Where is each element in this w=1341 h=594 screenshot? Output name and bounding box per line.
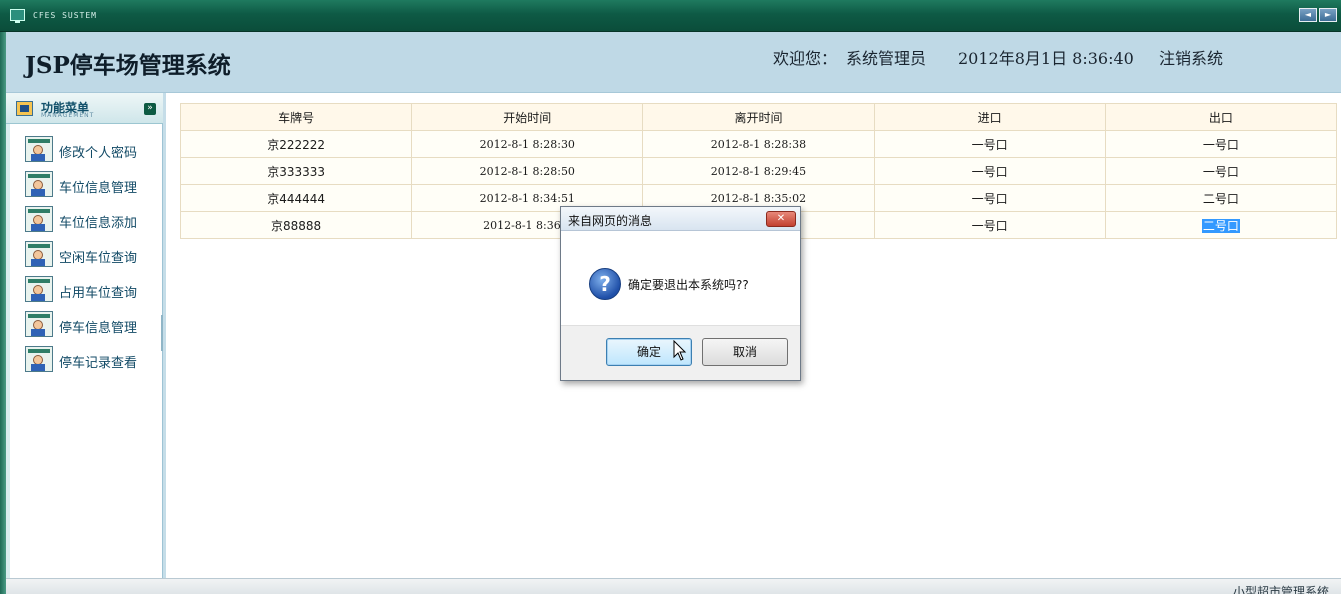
menu-icon bbox=[16, 101, 33, 116]
content-divider bbox=[163, 93, 166, 578]
cell-exit: 一号口 bbox=[1104, 157, 1338, 185]
table-row: 京333333 2012-8-1 8:28:50 2012-8-1 8:29:4… bbox=[179, 157, 1338, 185]
sidebar-item-label: 停车信息管理 bbox=[59, 321, 138, 336]
cell-plate: 京444444 bbox=[179, 184, 413, 212]
user-window-icon bbox=[25, 136, 53, 162]
page-header: JSP停车场管理系统 欢迎您： 系统管理员 2012年8月1日 8:36:40 … bbox=[6, 32, 1341, 93]
cell-plate: 京88888 bbox=[179, 211, 413, 239]
user-window-icon bbox=[25, 241, 53, 267]
menu-list: 修改个人密码 车位信息管理 车位信息添加 空闲车位查询 占用车位查询 停车信息管… bbox=[6, 136, 163, 381]
sidebar-item-space-management[interactable]: 车位信息管理 bbox=[6, 171, 163, 206]
menu-header: 功能菜单 MANAGEMENT » bbox=[6, 93, 163, 124]
sidebar-item-parking-records[interactable]: 停车记录查看 bbox=[6, 346, 163, 381]
double-chevron-down-icon[interactable]: » bbox=[144, 103, 156, 115]
nav-buttons: ◄ ► bbox=[1299, 8, 1337, 22]
nav-right-button[interactable]: ► bbox=[1319, 8, 1337, 22]
menu-subtitle: MANAGEMENT bbox=[41, 112, 95, 119]
cell-start-time: 2012-8-1 8:28:50 bbox=[411, 157, 644, 185]
app-title: JSP停车场管理系统 bbox=[25, 52, 231, 79]
cell-entrance: 一号口 bbox=[873, 157, 1106, 185]
dialog-title-bar: 来自网页的消息 ✕ bbox=[561, 207, 800, 231]
system-label: CFES SUSTEM bbox=[33, 11, 97, 20]
welcome-text: 欢迎您： bbox=[773, 49, 838, 68]
cell-exit: 二号口 bbox=[1104, 184, 1338, 212]
user-window-icon bbox=[25, 346, 53, 372]
sidebar-item-label: 空闲车位查询 bbox=[59, 251, 138, 266]
sidebar-item-parking-management[interactable]: 停车信息管理 bbox=[6, 311, 163, 346]
sidebar-item-label: 修改个人密码 bbox=[59, 146, 138, 161]
cell-entrance: 一号口 bbox=[873, 211, 1106, 239]
cell-leave-time: 2012-8-1 8:28:38 bbox=[642, 130, 875, 158]
dialog-body: ? 确定要退出本系统吗?? bbox=[561, 231, 800, 325]
user-window-icon bbox=[25, 206, 53, 232]
user-window-icon bbox=[25, 276, 53, 302]
close-icon[interactable]: ✕ bbox=[766, 211, 796, 227]
sidebar: 功能菜单 MANAGEMENT » 修改个人密码 车位信息管理 车位信息添加 空… bbox=[6, 93, 165, 578]
sidebar-item-change-password[interactable]: 修改个人密码 bbox=[6, 136, 163, 171]
dialog-title: 来自网页的消息 bbox=[568, 214, 653, 228]
nav-left-button[interactable]: ◄ bbox=[1299, 8, 1317, 22]
column-header: 离开时间 bbox=[642, 103, 875, 131]
column-header: 出口 bbox=[1104, 103, 1338, 131]
cell-plate: 京222222 bbox=[179, 130, 413, 158]
monitor-icon bbox=[10, 9, 25, 23]
sidebar-item-label: 占用车位查询 bbox=[59, 286, 138, 301]
current-datetime: 2012年8月1日 8:36:40 bbox=[958, 49, 1134, 68]
status-footer: 小型超市管理系统 bbox=[6, 578, 1341, 594]
sidebar-item-occupied-space-query[interactable]: 占用车位查询 bbox=[6, 276, 163, 311]
column-header: 开始时间 bbox=[411, 103, 644, 131]
sidebar-item-label: 停车记录查看 bbox=[59, 356, 138, 371]
dialog-message: 确定要退出本系统吗?? bbox=[628, 278, 749, 292]
cell-entrance: 一号口 bbox=[873, 184, 1106, 212]
window-title-bar: CFES SUSTEM ◄ ► bbox=[0, 0, 1341, 32]
selected-text: 二号口 bbox=[1201, 218, 1240, 233]
sidebar-item-label: 车位信息添加 bbox=[59, 216, 138, 231]
question-icon: ? bbox=[589, 268, 621, 300]
sidebar-item-space-add[interactable]: 车位信息添加 bbox=[6, 206, 163, 241]
cell-exit-selected: 二号口 bbox=[1104, 211, 1338, 239]
sidebar-item-label: 车位信息管理 bbox=[59, 181, 138, 196]
cell-plate: 京333333 bbox=[179, 157, 413, 185]
cell-entrance: 一号口 bbox=[873, 130, 1106, 158]
app-window: CFES SUSTEM ◄ ► JSP停车场管理系统 欢迎您： 系统管理员 20… bbox=[0, 0, 1341, 594]
table-row: 京222222 2012-8-1 8:28:30 2012-8-1 8:28:3… bbox=[179, 130, 1338, 158]
cancel-button[interactable]: 取消 bbox=[702, 338, 788, 366]
column-header: 进口 bbox=[873, 103, 1106, 131]
cell-leave-time: 2012-8-1 8:29:45 bbox=[642, 157, 875, 185]
table-header-row: 车牌号 开始时间 离开时间 进口 出口 bbox=[179, 103, 1338, 131]
sidebar-item-free-space-query[interactable]: 空闲车位查询 bbox=[6, 241, 163, 276]
user-window-icon bbox=[25, 171, 53, 197]
mouse-cursor-icon bbox=[673, 340, 687, 361]
current-user: 系统管理员 bbox=[846, 49, 927, 68]
footer-text: 小型超市管理系统 bbox=[1232, 585, 1329, 594]
column-header: 车牌号 bbox=[179, 103, 413, 131]
user-window-icon bbox=[25, 311, 53, 337]
cell-exit: 一号口 bbox=[1104, 130, 1338, 158]
logout-link[interactable]: 注销系统 bbox=[1159, 45, 1223, 69]
cell-start-time: 2012-8-1 8:28:30 bbox=[411, 130, 644, 158]
